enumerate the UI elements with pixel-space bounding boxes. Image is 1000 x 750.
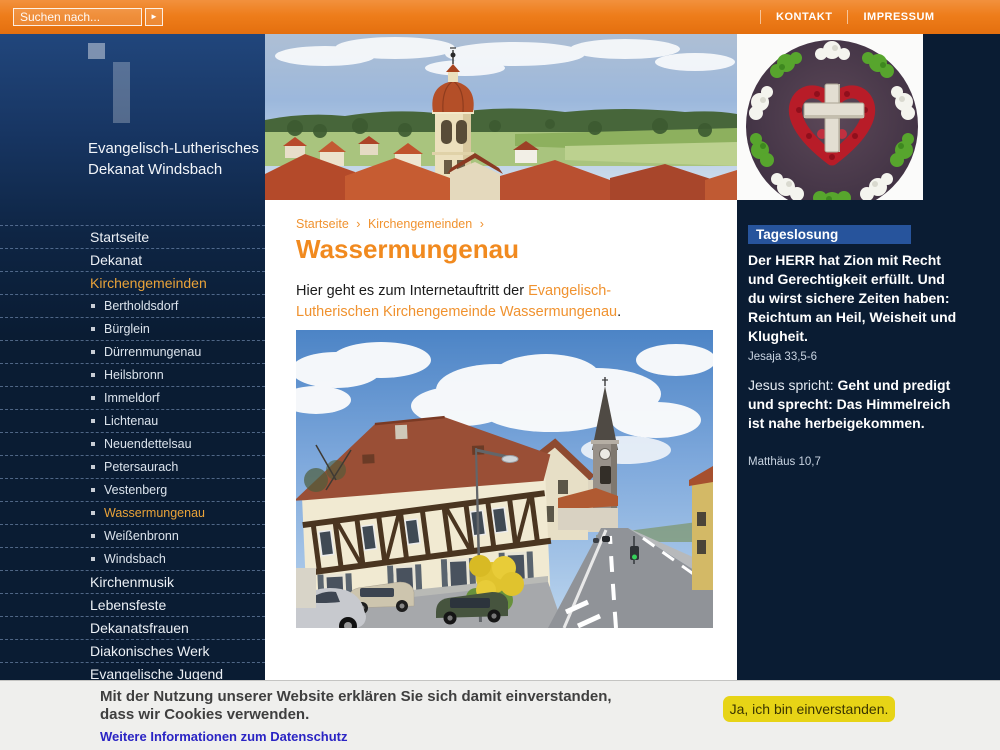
bullet-icon (91, 511, 95, 515)
tageslosung-verse1: Der HERR hat Zion mit Recht und Gerechti… (748, 251, 958, 346)
sidebar-item-label: Lichtenau (104, 414, 158, 428)
sidebar-item-windsbach[interactable]: Windsbach (0, 548, 265, 571)
sidebar-item-label: Bürglein (104, 322, 150, 336)
cookie-message-line1: Mit der Nutzung unserer Website erklären… (100, 688, 612, 705)
bullet-icon (91, 442, 95, 446)
logo-icon (113, 62, 130, 123)
sidebar-item-neuendettelsau[interactable]: Neuendettelsau (0, 433, 265, 456)
bullet-icon (91, 373, 95, 377)
sidebar-item-startseite[interactable]: Startseite (0, 226, 265, 249)
sidebar-item-dekanatsfrauen[interactable]: Dekanatsfrauen (0, 617, 265, 640)
impressum-link[interactable]: IMPRESSUM (848, 11, 949, 23)
sidebar-item-label: Dürrenmungenau (104, 345, 201, 359)
bullet-icon (91, 557, 95, 561)
sidebar: Evangelisch-Lutherisches Dekanat Windsba… (0, 34, 265, 750)
sidebar-item-buerglein[interactable]: Bürglein (0, 318, 265, 341)
sidebar-item-bertholdsdorf[interactable]: Bertholdsdorf (0, 295, 265, 318)
header-photo-church-panorama (265, 34, 737, 200)
sidebar-item-label: Neuendettelsau (104, 437, 192, 451)
bullet-icon (91, 419, 95, 423)
sidebar-item-label: Petersaurach (104, 460, 178, 474)
verse2-intro: Jesus spricht: (748, 377, 837, 393)
sidebar-item-kirchenmusik[interactable]: Kirchenmusik (0, 571, 265, 594)
sidebar-item-label: Vestenberg (104, 483, 167, 497)
bullet-icon (91, 465, 95, 469)
sidebar-item-label: Wassermungenau (104, 506, 205, 520)
header-photo-flower-heart (737, 34, 923, 200)
sidebar-item-lebensfeste[interactable]: Lebensfeste (0, 594, 265, 617)
cookie-message-line2: dass wir Cookies verwenden. (100, 706, 309, 723)
site-title-line1: Evangelisch-Lutherisches (88, 138, 259, 159)
logo-icon (88, 43, 105, 59)
cookie-accept-button[interactable]: Ja, ich bin einverstanden. (723, 696, 895, 722)
tageslosung-ref1: Jesaja 33,5-6 (748, 351, 817, 363)
bullet-icon (91, 327, 95, 331)
bullet-icon (91, 396, 95, 400)
content-photo-street-scene (296, 330, 713, 628)
breadcrumb-separator: › (356, 217, 360, 231)
site-title-line2: Dekanat Windsbach (88, 159, 259, 180)
bullet-icon (91, 534, 95, 538)
search-input[interactable] (13, 8, 142, 26)
breadcrumb-link-kirchengemeinden[interactable]: Kirchengemeinden (368, 217, 472, 231)
bullet-icon (91, 350, 95, 354)
bullet-icon (91, 488, 95, 492)
sidebar-item-label: Immeldorf (104, 391, 160, 405)
breadcrumb-link-startseite[interactable]: Startseite (296, 217, 349, 231)
sidebar-item-label: Bertholdsdorf (104, 299, 178, 313)
top-bar: ► KONTAKT IMPRESSUM (0, 0, 1000, 34)
breadcrumb: Startseite › Kirchengemeinden › (296, 217, 488, 231)
sidebar-item-wassermungenau[interactable]: Wassermungenau (0, 502, 265, 525)
page-title: Wassermungenau (296, 234, 519, 265)
intro-text: Hier geht es zum Internetauftritt der (296, 283, 528, 299)
sidebar-item-kirchengemeinden[interactable]: Kirchengemeinden (0, 272, 265, 295)
main-navigation: Startseite Dekanat Kirchengemeinden Bert… (0, 225, 265, 726)
bullet-icon (91, 304, 95, 308)
search-submit-button[interactable]: ► (145, 8, 163, 26)
sidebar-item-label: Heilsbronn (104, 368, 164, 382)
site-title: Evangelisch-Lutherisches Dekanat Windsba… (88, 138, 259, 180)
sidebar-item-vestenberg[interactable]: Vestenberg (0, 479, 265, 502)
tageslosung-ref2: Matthäus 10,7 (748, 456, 821, 468)
intro-paragraph: Hier geht es zum Internetauftritt der Ev… (296, 281, 666, 323)
sidebar-item-weissenbronn[interactable]: Weißenbronn (0, 525, 265, 548)
sidebar-item-diakonisches-werk[interactable]: Diakonisches Werk (0, 640, 265, 663)
sidebar-item-immeldorf[interactable]: Immeldorf (0, 387, 265, 410)
intro-text-end: . (617, 304, 621, 320)
kontakt-link[interactable]: KONTAKT (761, 11, 847, 23)
cookie-consent-bar: Mit der Nutzung unserer Website erklären… (0, 680, 1000, 750)
search-box: ► (13, 8, 163, 26)
top-links: KONTAKT IMPRESSUM (760, 0, 950, 34)
tageslosung-verse2: Jesus spricht: Geht und predigt und spre… (748, 376, 958, 433)
right-edge-building (689, 466, 713, 590)
sidebar-item-label: Windsbach (104, 552, 166, 566)
datenschutz-link[interactable]: Weitere Informationen zum Datenschutz (100, 729, 348, 744)
tageslosung-header: Tageslosung (748, 225, 911, 244)
sidebar-item-duerrenmungenau[interactable]: Dürrenmungenau (0, 341, 265, 364)
sidebar-item-heilsbronn[interactable]: Heilsbronn (0, 364, 265, 387)
sidebar-item-dekanat[interactable]: Dekanat (0, 249, 265, 272)
right-column: Tageslosung Der HERR hat Zion mit Recht … (737, 34, 1000, 750)
sidebar-item-petersaurach[interactable]: Petersaurach (0, 456, 265, 479)
main-content: Startseite › Kirchengemeinden › Wassermu… (265, 34, 737, 750)
sidebar-item-label: Weißenbronn (104, 529, 179, 543)
breadcrumb-separator: › (480, 217, 484, 231)
sidebar-item-lichtenau[interactable]: Lichtenau (0, 410, 265, 433)
